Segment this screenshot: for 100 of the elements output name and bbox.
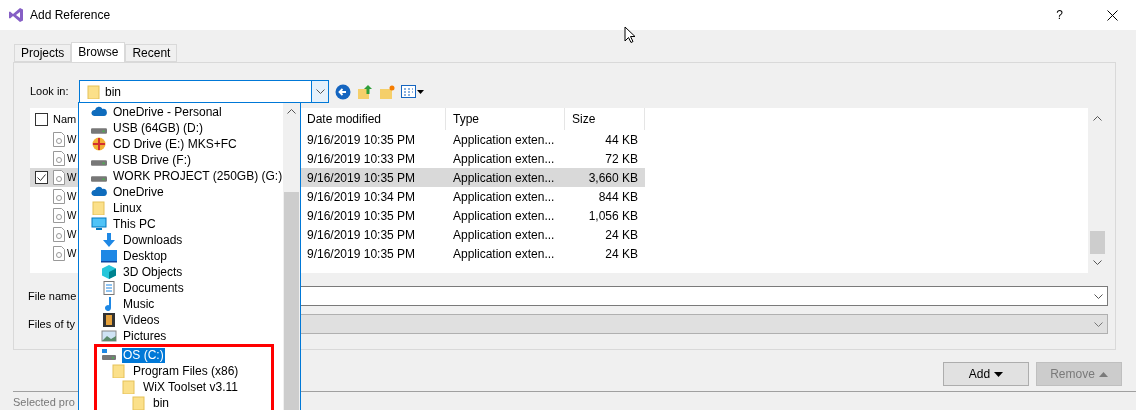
size-cell-text: 3,660 KB [587,169,639,187]
tab[interactable]: Recent [125,44,178,62]
location-item[interactable]: Pictures [122,328,168,344]
file-name-label: File name [28,288,77,304]
type-cell-text: Application exten... [452,188,556,206]
file-icon [53,227,65,242]
scroll-thumb[interactable] [284,192,299,410]
select-all-checkbox[interactable] [35,112,48,126]
tab[interactable]: Browse [71,42,126,62]
cube-icon [101,265,117,279]
location-item[interactable]: OneDrive [112,184,165,200]
type-cell-text: Application exten... [452,207,556,225]
size-cell-text: 1,056 KB [587,207,639,225]
date-cell-text: 9/16/2019 10:33 PM [306,150,417,168]
location-item[interactable]: Program Files (x86) [132,363,240,379]
date-cell-text: 9/16/2019 10:35 PM [306,226,417,244]
chevron-down-icon [1094,321,1103,327]
file-icon [53,208,65,223]
file-name: W [67,247,77,261]
look-in-label: Look in: [30,84,70,100]
drive-icon [91,128,107,134]
date-cell-text: 9/16/2019 10:34 PM [306,188,417,206]
file-icon [53,189,65,204]
film-icon [101,313,117,327]
monitor-icon [91,217,107,231]
location-item[interactable]: 3D Objects [122,264,184,280]
tab[interactable]: Projects [14,44,72,62]
folder-icon [131,396,147,410]
date-cell-text: 9/16/2019 10:35 PM [306,207,417,225]
location-item[interactable]: bin [152,395,170,410]
landscape-icon [101,329,117,343]
location-item[interactable]: Music [122,296,156,312]
list-scrollbar[interactable] [283,103,300,410]
location-item[interactable]: WORK PROJECT (250GB) (G:) [112,168,283,184]
file-name: W [67,209,77,223]
file-name: W [67,152,77,166]
date-cell-text: 9/16/2019 10:35 PM [306,245,417,263]
help-button[interactable]: ? [1056,6,1063,24]
chevron-up-icon[interactable] [287,109,296,114]
grid-view-icon [401,85,416,98]
drive-icon [91,160,107,166]
drive-icon [101,348,117,362]
folder-icon [121,380,137,394]
add-button[interactable]: Add [943,362,1029,386]
new-folder-icon[interactable] [379,83,395,100]
monitor-icon [101,249,117,263]
location-item[interactable]: Documents [122,280,185,296]
location-item[interactable]: Videos [122,312,161,328]
location-item[interactable]: Desktop [122,248,169,264]
file-name: W [67,228,77,242]
location-item[interactable]: CD Drive (E:) MKS+FC [112,136,238,152]
folder-icon [86,84,102,99]
file-icon [53,151,65,166]
location-item[interactable]: USB Drive (F:) [112,152,192,168]
status-text: Selected pro [13,396,75,408]
file-icon [53,132,65,147]
look-in-dropdown[interactable]: bin [79,80,329,103]
location-item[interactable]: OS (C:) [122,347,165,363]
file-name: W [67,190,77,204]
up-folder-icon[interactable] [357,83,373,100]
chevron-down-icon[interactable] [1093,260,1102,265]
caret-up-icon [1098,371,1108,377]
dropdown-toggle[interactable] [311,81,328,102]
date-cell-text: 9/16/2019 10:35 PM [306,169,417,187]
size-cell-text: 44 KB [604,131,639,149]
folder-icon [91,201,107,215]
folder-icon [111,364,127,378]
drive-icon [91,176,107,182]
type-cell-text: Application exten... [452,131,556,149]
type-cell-text: Application exten... [452,226,556,244]
location-item[interactable]: WiX Toolset v3.11 [142,379,239,395]
size-cell-text: 844 KB [597,188,639,206]
size-cell-text: 72 KB [604,150,639,168]
file-type-label: Files of ty [28,316,76,332]
file-name: W [67,133,77,147]
close-icon[interactable] [1107,9,1118,21]
type-cell-text: Application exten... [452,150,556,168]
file-icon [53,170,65,185]
type-cell-text: Application exten... [452,245,556,263]
caret-down-icon [994,371,1004,377]
file-icon [53,246,65,261]
view-menu[interactable] [401,85,424,98]
look-in-value: bin [105,83,121,101]
file-name: W [67,171,77,185]
logo-icon [8,7,24,23]
down-arrow-icon [101,233,117,247]
location-item[interactable]: OneDrive - Personal [112,104,223,120]
cloud-icon [91,185,107,199]
back-icon[interactable] [335,83,351,100]
type-cell-text: Application exten... [452,169,556,187]
scroll-thumb[interactable] [1090,231,1105,254]
checkbox[interactable] [35,171,48,184]
size-cell-text: 24 KB [604,226,639,244]
caret-icon [417,89,424,94]
chevron-down-icon [1094,293,1103,299]
chevron-up-icon[interactable] [1093,116,1102,121]
size-cell-text: 24 KB [604,245,639,263]
disc-icon [91,137,107,151]
date-cell-text: 9/16/2019 10:35 PM [306,131,417,149]
cloud-icon [91,105,107,119]
